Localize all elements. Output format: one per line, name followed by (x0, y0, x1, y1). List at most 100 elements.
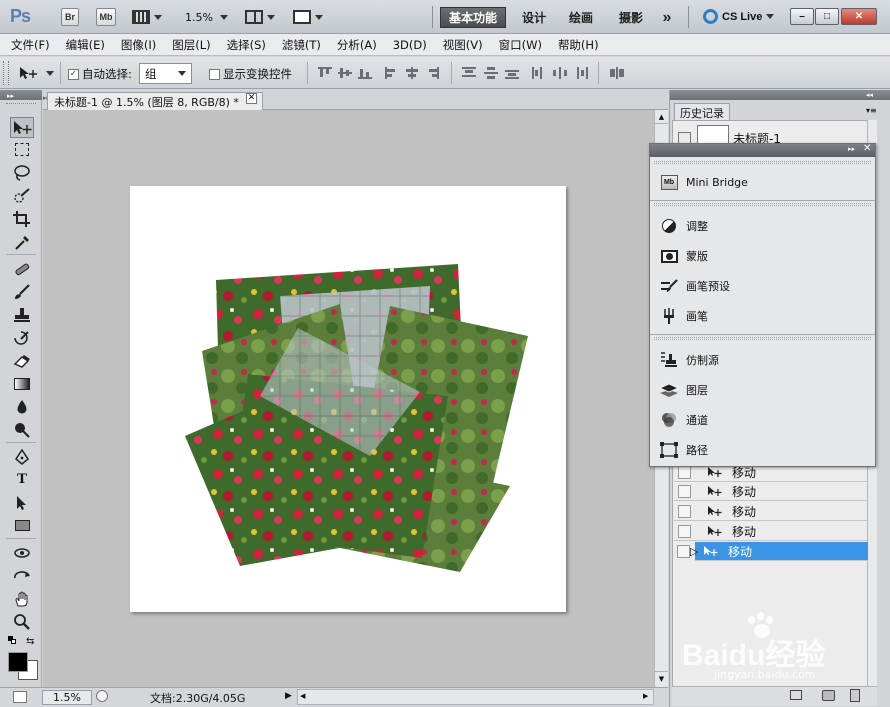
history-brush-tool[interactable] (10, 327, 34, 348)
swap-colors-icon[interactable]: ⇆ (26, 636, 34, 647)
history-step[interactable]: 移动 (674, 502, 867, 521)
workspace-painting[interactable]: 绘画 (561, 7, 601, 28)
quick-selection-tool[interactable] (10, 185, 34, 206)
menu-select[interactable]: 选择(S) (216, 37, 271, 53)
menu-view[interactable]: 视图(V) (432, 37, 488, 53)
move-tool[interactable] (10, 117, 34, 138)
crop-tool[interactable] (10, 208, 34, 229)
panel-mini-bridge[interactable]: Mb Mini Bridge (650, 167, 875, 197)
arrange-documents-button[interactable] (245, 8, 279, 26)
panel-paths[interactable]: 路径 (650, 435, 875, 465)
dodge-tool[interactable] (10, 419, 34, 440)
collapse-icon[interactable]: ▸▸ (7, 92, 14, 100)
history-step[interactable]: 移动 (674, 522, 867, 541)
gradient-tool[interactable] (10, 373, 34, 394)
tool-preset-picker[interactable] (18, 66, 54, 80)
panel-brush-presets[interactable]: 画笔预设 (650, 271, 875, 301)
history-step[interactable]: 移动 (674, 482, 867, 501)
align-bottom-edges-icon[interactable] (358, 67, 372, 79)
distribute-vertical-centers-icon[interactable] (484, 67, 498, 79)
collapse-icon[interactable]: ▸▸ (848, 145, 855, 153)
panel-masks[interactable]: 蒙版 (650, 241, 875, 271)
history-step-active[interactable]: 移动 (695, 542, 868, 561)
3d-orbit-tool[interactable] (10, 565, 34, 586)
options-bar-grip[interactable] (3, 61, 9, 85)
scroll-left-icon[interactable]: ◀ (300, 692, 305, 700)
document-canvas[interactable] (130, 186, 566, 612)
workspace-photography[interactable]: 摄影 (611, 7, 651, 28)
history-panel-tab[interactable]: 历史记录 (674, 103, 730, 120)
zoom-level-dropdown[interactable]: 1.5% (185, 11, 228, 24)
distribute-right-edges-icon[interactable] (574, 67, 588, 79)
panel-menu-icon[interactable]: ▾≡ (866, 106, 882, 115)
menu-file[interactable]: 文件(F) (0, 37, 55, 53)
default-colors-icon[interactable] (8, 636, 16, 644)
create-snapshot-icon[interactable] (822, 690, 835, 701)
panel-clone-source[interactable]: 仿制源 (650, 345, 875, 375)
collapse-icon[interactable]: ◂◂ (866, 91, 873, 99)
minimize-button[interactable]: – (790, 8, 814, 25)
history-source-checkbox[interactable] (677, 545, 690, 558)
path-selection-tool[interactable] (10, 492, 34, 513)
menu-3d[interactable]: 3D(D) (382, 38, 432, 52)
distribute-bottom-edges-icon[interactable] (505, 67, 519, 79)
rectangular-marquee-tool[interactable] (10, 139, 34, 160)
horizontal-scrollbar[interactable]: ◀ ▶ (297, 689, 654, 705)
history-source-checkbox[interactable] (678, 524, 691, 538)
align-left-edges-icon[interactable] (385, 67, 399, 79)
close-document-button[interactable]: ✕ (246, 93, 257, 104)
3d-rotate-tool[interactable] (10, 542, 34, 563)
panel-adjustments[interactable]: 调整 (650, 211, 875, 241)
menu-image[interactable]: 图像(I) (110, 37, 161, 53)
distribute-left-edges-icon[interactable] (532, 67, 546, 79)
close-icon[interactable]: ✕ (863, 143, 871, 154)
workspace-design[interactable]: 设计 (515, 7, 553, 28)
spot-healing-brush-tool[interactable] (10, 258, 34, 279)
close-window-button[interactable]: ✕ (841, 8, 877, 25)
distribute-horizontal-centers-icon[interactable] (553, 67, 567, 79)
panel-channels[interactable]: 通道 (650, 405, 875, 435)
auto-align-layers-icon[interactable] (610, 67, 624, 79)
scroll-up-icon[interactable]: ▲ (655, 110, 668, 124)
delete-state-icon[interactable] (850, 689, 860, 702)
status-zoom-field[interactable]: 1.5% (42, 690, 92, 705)
menu-help[interactable]: 帮助(H) (547, 37, 604, 53)
rectangle-tool[interactable] (10, 515, 34, 536)
popup-header[interactable]: ▸▸ ✕ (650, 143, 875, 157)
menu-filter[interactable]: 滤镜(T) (271, 37, 326, 53)
panel-group-grip[interactable] (654, 203, 871, 206)
scroll-right-icon[interactable]: ▶ (643, 692, 648, 700)
auto-select-checkbox[interactable]: ✓ 自动选择: (68, 66, 132, 82)
panel-group-grip[interactable] (654, 161, 871, 164)
cs-live-button[interactable]: CS Live (703, 9, 775, 24)
history-source-checkbox[interactable] (678, 465, 691, 479)
menu-analysis[interactable]: 分析(A) (326, 37, 382, 53)
history-source-checkbox[interactable] (678, 504, 691, 518)
auto-select-target-dropdown[interactable]: 组 (139, 63, 192, 84)
blur-tool[interactable] (10, 396, 34, 417)
history-source-checkbox[interactable] (678, 484, 691, 498)
align-horizontal-centers-icon[interactable] (405, 67, 419, 79)
zoom-tool[interactable] (10, 611, 34, 632)
panel-layers[interactable]: 图层 (650, 375, 875, 405)
hand-tool[interactable] (10, 588, 34, 609)
align-right-edges-icon[interactable] (425, 67, 439, 79)
maximize-button[interactable]: □ (815, 8, 839, 25)
brush-tool[interactable] (10, 281, 34, 302)
new-document-from-state-icon[interactable] (790, 690, 802, 700)
workspace-essentials[interactable]: 基本功能 (440, 7, 506, 28)
foreground-color-swatch[interactable] (8, 652, 28, 672)
align-top-edges-icon[interactable] (318, 67, 332, 79)
eyedropper-tool[interactable] (10, 231, 34, 252)
status-info-icon[interactable] (96, 690, 108, 702)
document-tab[interactable]: 未标题-1 @ 1.5% (图层 8, RGB/8) * (47, 92, 263, 110)
screen-mode-button[interactable] (293, 8, 327, 26)
menu-layer[interactable]: 图层(L) (161, 37, 215, 53)
pen-tool[interactable] (10, 446, 34, 467)
history-state-slider-icon[interactable]: ▷ (690, 545, 698, 558)
quick-mask-icon[interactable] (13, 691, 27, 703)
align-vertical-centers-icon[interactable] (338, 67, 352, 79)
eraser-tool[interactable] (10, 350, 34, 371)
menu-edit[interactable]: 编辑(E) (55, 37, 110, 53)
more-workspaces-button[interactable]: » (655, 7, 679, 28)
